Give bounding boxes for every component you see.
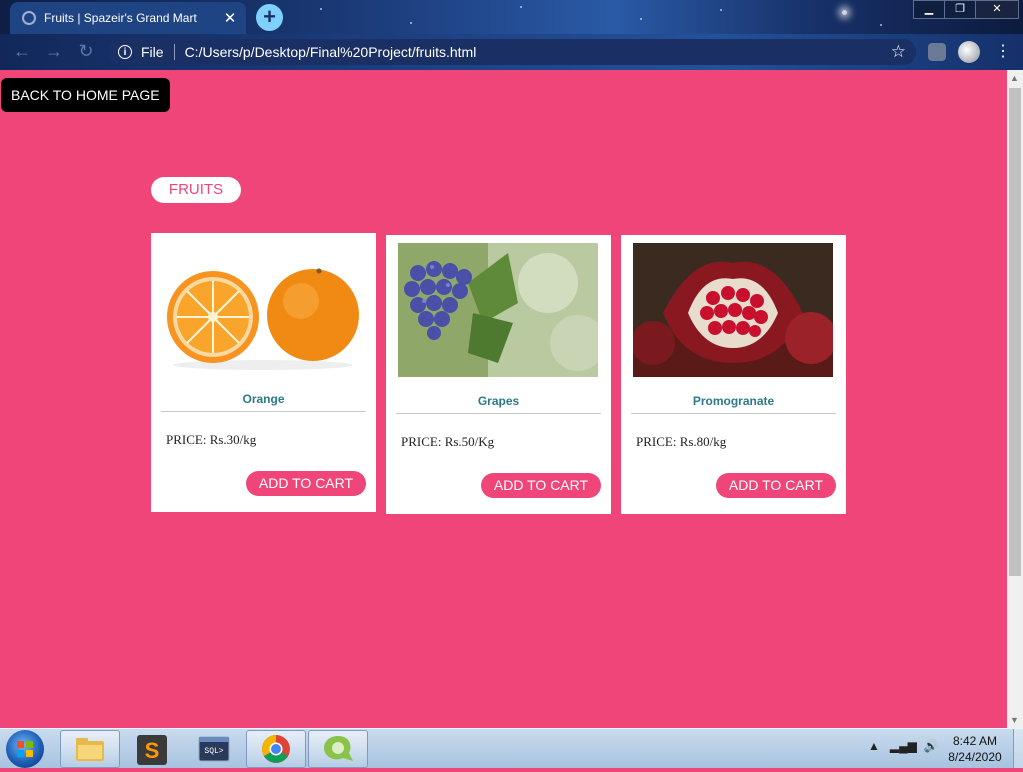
svg-text:S: S <box>145 738 160 763</box>
browser-tab[interactable]: Fruits | Spazeir's Grand Mart ✕ <box>10 2 246 34</box>
browser-toolbar: ← → ↻ i File C:/Users/p/Desktop/Final%20… <box>0 34 1023 70</box>
url-text[interactable]: C:/Users/p/Desktop/Final%20Project/fruit… <box>185 44 891 60</box>
back-arrow-icon[interactable]: ← <box>10 41 34 62</box>
start-button[interactable] <box>6 730 44 768</box>
restore-button[interactable]: ❐ <box>944 0 976 19</box>
scrollbar-thumb[interactable] <box>1009 88 1021 576</box>
back-to-home-button[interactable]: BACK TO HOME PAGE <box>1 78 170 112</box>
clock-time: 8:42 AM <box>952 734 998 748</box>
system-clock[interactable]: 8:42 AM 8/24/2020 <box>942 733 1008 765</box>
product-price: PRICE: Rs.50/Kg <box>401 434 495 449</box>
address-divider <box>173 44 175 60</box>
section-title-badge: FRUITS <box>151 177 241 203</box>
product-price: PRICE: Rs.80/kg <box>636 434 727 449</box>
forward-arrow-icon[interactable]: → <box>42 41 66 62</box>
page-scrollbar[interactable]: ▲ ▼ <box>1007 70 1023 728</box>
windows-explorer-icon[interactable] <box>60 730 120 768</box>
url-scheme-label: File <box>141 44 164 60</box>
card-divider <box>396 413 601 414</box>
svg-text:SQL>: SQL> <box>204 747 223 756</box>
grapes-image <box>398 243 598 377</box>
profile-avatar-icon[interactable] <box>958 41 980 63</box>
windows-logo-icon <box>17 741 33 757</box>
product-name[interactable]: Orange <box>151 392 376 406</box>
chrome-icon[interactable] <box>246 730 306 768</box>
address-bar[interactable]: i File C:/Users/p/Desktop/Final%20Projec… <box>108 39 916 65</box>
close-tab-icon[interactable]: ✕ <box>222 9 238 27</box>
window-close-button[interactable]: ✕ <box>975 0 1019 19</box>
window-controls: ▁ ❐ ✕ <box>913 0 1019 19</box>
pomegranate-image <box>633 243 833 377</box>
browser-menu-icon[interactable]: ⋮ <box>995 41 1011 61</box>
bookmark-star-icon[interactable]: ☆ <box>891 42 906 62</box>
extension-puzzle-icon[interactable] <box>928 43 946 61</box>
product-price: PRICE: Rs.30/kg <box>166 432 257 447</box>
add-to-cart-button[interactable]: ADD TO CART <box>481 473 601 498</box>
show-desktop-button[interactable] <box>1013 729 1023 768</box>
browser-tab-bar: Fruits | Spazeir's Grand Mart ✕ + ▁ ❐ ✕ <box>0 0 1023 34</box>
system-tray: ▲ ▂▄▆ 🔊 <box>868 739 939 753</box>
orange-image <box>163 253 363 373</box>
taskbar: S SQL> ▲ ▂▄▆ 🔊 8:42 AM 8/24/2020 <box>0 728 1023 768</box>
card-divider <box>631 413 836 414</box>
product-card-grapes: Grapes PRICE: Rs.50/Kg ADD TO CART <box>386 235 611 514</box>
network-signal-icon[interactable]: ▂▄▆ <box>890 739 917 753</box>
sublime-text-icon[interactable]: S <box>122 730 182 768</box>
new-tab-button[interactable]: + <box>256 4 283 31</box>
add-to-cart-button[interactable]: ADD TO CART <box>246 471 366 496</box>
product-card-pomegranate: Promogranate PRICE: Rs.80/kg ADD TO CART <box>621 235 846 514</box>
product-name[interactable]: Promogranate <box>621 394 846 408</box>
sql-plus-icon[interactable]: SQL> <box>184 730 244 768</box>
add-to-cart-button[interactable]: ADD TO CART <box>716 473 836 498</box>
volume-icon[interactable]: 🔊 <box>924 739 939 753</box>
site-info-icon[interactable]: i <box>118 45 132 59</box>
page-favicon-icon <box>22 11 36 25</box>
scroll-up-arrow-icon[interactable]: ▲ <box>1010 73 1019 83</box>
card-divider <box>161 411 366 412</box>
clock-date: 8/24/2020 <box>948 750 1002 764</box>
minimize-button[interactable]: ▁ <box>913 0 945 19</box>
product-name[interactable]: Grapes <box>386 394 611 408</box>
app-icon[interactable] <box>308 730 368 768</box>
reload-icon[interactable]: ↻ <box>74 41 98 62</box>
page-content: BACK TO HOME PAGE FRUITS Orange PRICE: R… <box>0 70 1007 728</box>
tab-title: Fruits | Spazeir's Grand Mart <box>44 11 197 25</box>
product-card-orange: Orange PRICE: Rs.30/kg ADD TO CART <box>151 233 376 512</box>
scroll-down-arrow-icon[interactable]: ▼ <box>1010 715 1019 725</box>
show-hidden-icons-icon[interactable]: ▲ <box>868 739 880 753</box>
